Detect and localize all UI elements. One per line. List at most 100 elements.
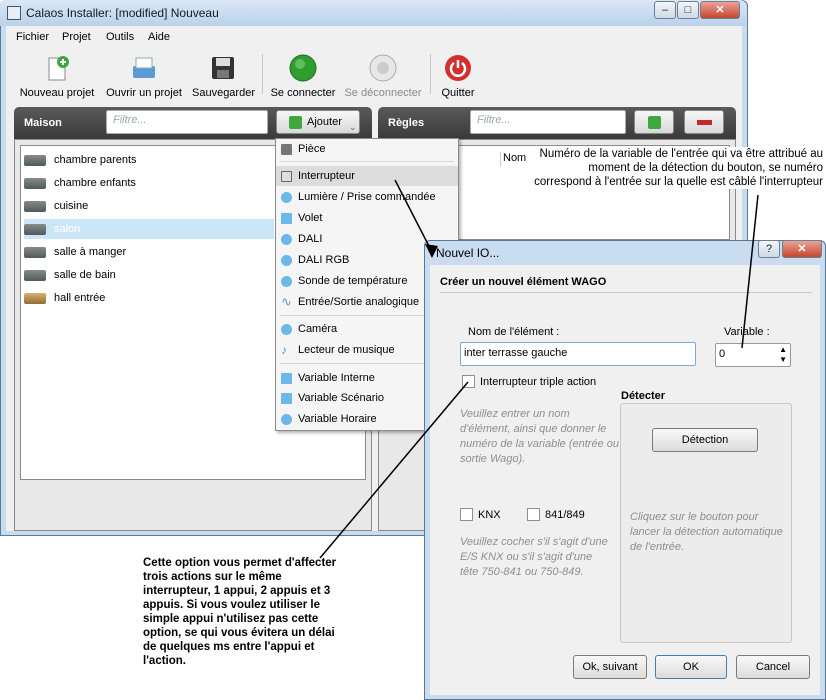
room-icon — [24, 224, 46, 235]
tree-item-salon[interactable]: salon — [24, 219, 274, 239]
menu-item-label: Variable Horaire — [298, 413, 377, 425]
regles-filter-input[interactable]: Filtre... — [470, 110, 626, 134]
light-icon — [281, 192, 292, 203]
menu-fichier[interactable]: Fichier — [16, 31, 49, 43]
room-icon — [24, 247, 46, 258]
minimize-button[interactable]: – — [654, 1, 676, 19]
variable-spinbox[interactable]: 0 ▲ ▼ — [715, 343, 791, 367]
variable-value: 0 — [719, 348, 726, 360]
save-button[interactable]: Sauvegarder — [192, 50, 255, 100]
regles-title: Règles — [388, 117, 425, 129]
annotation-variable: Numéro de la variable de l'entrée qui va… — [533, 147, 823, 189]
window-title: Calaos Installer: [modified] Nouveau — [26, 6, 219, 20]
floppy-icon — [212, 57, 234, 79]
maison-title: Maison — [24, 117, 62, 129]
close-button[interactable]: ✕ — [700, 1, 740, 19]
light-icon — [281, 234, 292, 245]
camera-icon — [281, 324, 292, 335]
menu-item-label: Variable Scénario — [298, 392, 385, 404]
room-icon — [24, 201, 46, 212]
tree-item-salle-de-bain[interactable]: salle de bain — [24, 265, 274, 285]
tree-item-chambre-enfants[interactable]: chambre enfants — [24, 173, 274, 193]
cancel-button[interactable]: Cancel — [736, 655, 810, 679]
menu-item-volet[interactable]: Volet — [276, 208, 458, 228]
menu-outils[interactable]: Outils — [106, 31, 134, 43]
clock-icon — [281, 414, 292, 425]
add-label: Ajouter — [307, 116, 342, 128]
app-icon — [7, 6, 21, 20]
menu-separator — [280, 161, 454, 162]
new-project-label: Nouveau projet — [19, 87, 95, 99]
disconnect-label: Se déconnecter — [344, 87, 422, 99]
knx-checkbox[interactable] — [460, 508, 473, 521]
room-label: chambre parents — [54, 154, 137, 166]
toolbar-separator — [262, 54, 263, 94]
menu-item-label: Variable Interne — [298, 372, 375, 384]
menu-aide[interactable]: Aide — [148, 31, 170, 43]
room-icon — [24, 155, 46, 166]
new-document-icon — [48, 56, 69, 81]
dialog-close-button[interactable]: ✕ — [782, 240, 822, 258]
menu-item-label: Lecteur de musique — [298, 344, 395, 356]
maison-filter-input[interactable]: Filtre... — [106, 110, 268, 134]
maximize-button[interactable]: □ — [677, 1, 699, 19]
green-circle-icon — [289, 54, 317, 82]
room-label: cuisine — [54, 200, 89, 212]
tree-item-cuisine[interactable]: cuisine — [24, 196, 274, 216]
ok-next-button[interactable]: Ok, suivant — [573, 655, 647, 679]
quit-label: Quitter — [441, 87, 475, 99]
switch-icon — [281, 171, 292, 182]
help-button[interactable]: ? — [758, 240, 780, 258]
connect-button[interactable]: Se connecter — [270, 50, 336, 100]
dialog-heading: Créer un nouvel élément WAGO — [440, 276, 607, 288]
triple-action-checkbox[interactable] — [462, 375, 475, 388]
841-checkbox[interactable] — [527, 508, 540, 521]
menu-item-label: Interrupteur — [298, 170, 355, 182]
shutter-icon — [281, 213, 292, 224]
name-label: Nom de l'élément : — [468, 326, 560, 338]
add-button[interactable]: Ajouter ⌄ — [276, 110, 360, 134]
ok-button[interactable]: OK — [655, 655, 727, 679]
connect-label: Se connecter — [270, 87, 336, 99]
menu-item-label: DALI RGB — [298, 254, 350, 266]
detect-hint: Cliquez sur le bouton pour lancer la dét… — [630, 511, 783, 553]
room-icon — [24, 270, 46, 281]
divider — [440, 292, 812, 293]
variable-label: Variable : — [724, 326, 770, 338]
quit-button[interactable]: Quitter — [436, 50, 480, 100]
room-label: salle de bain — [54, 269, 116, 281]
menu-item-piece[interactable]: Pièce — [276, 139, 458, 159]
tree-item-chambre-parents[interactable]: chambre parents — [24, 150, 274, 170]
spin-arrows-icon[interactable]: ▲ ▼ — [779, 345, 787, 365]
variable-icon — [281, 373, 292, 384]
new-project-button[interactable]: Nouveau projet — [18, 50, 96, 100]
tree-item-hall-entree[interactable]: hall entrée — [24, 288, 274, 308]
add-rule-button[interactable] — [634, 110, 674, 134]
menu-projet[interactable]: Projet — [62, 31, 91, 43]
disconnected-icon — [369, 54, 397, 82]
menu-item-lumiere[interactable]: Lumière / Prise commandée — [276, 187, 458, 207]
detect-button[interactable]: Détection — [652, 428, 758, 452]
variable-icon — [281, 393, 292, 404]
detect-title: Détecter — [621, 390, 666, 402]
841-label: 841/849 — [545, 509, 585, 521]
remove-rule-button[interactable] — [684, 110, 724, 134]
knx-label: KNX — [478, 509, 501, 521]
disconnect-button[interactable]: Se déconnecter — [344, 50, 422, 100]
room-label: chambre enfants — [54, 177, 136, 189]
room-label: hall entrée — [54, 292, 106, 304]
menu-item-interrupteur[interactable]: Interrupteur — [276, 166, 458, 186]
name-hint: Veuillez entrer un nom d'élément, ainsi … — [460, 408, 619, 465]
menu-item-label: Pièce — [298, 143, 326, 155]
menu-item-label: DALI — [298, 233, 323, 245]
room-label: salon — [54, 223, 81, 235]
menu-item-label: Lumière / Prise commandée — [298, 191, 436, 203]
room-icon — [24, 293, 46, 304]
tree-item-salle-a-manger[interactable]: salle à manger — [24, 242, 274, 262]
minus-icon — [697, 120, 712, 125]
open-project-button[interactable]: Ouvrir un projet — [104, 50, 184, 100]
menu-item-label: Volet — [298, 212, 323, 224]
open-icon — [133, 57, 155, 78]
toolbar-separator-2 — [430, 54, 431, 94]
name-input[interactable]: inter terrasse gauche — [460, 342, 696, 366]
